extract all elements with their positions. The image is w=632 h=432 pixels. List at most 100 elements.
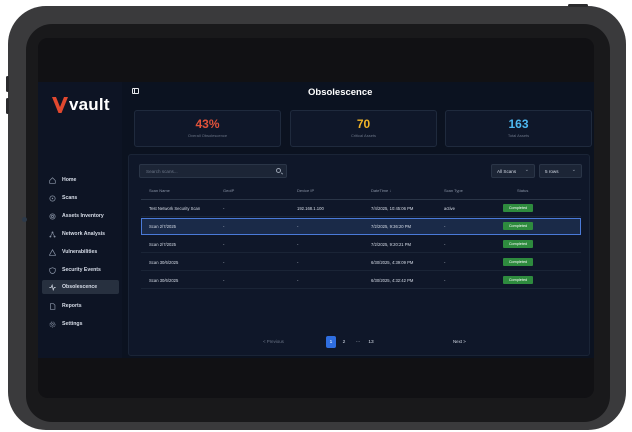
cell-datetime: 7/4/2025, 10:45:06 PM (371, 206, 414, 211)
cell-scan-type: - (444, 224, 446, 229)
table-row[interactable]: Scan 30/6/2025 - - 6/30/2025, 4:39:09 PM… (141, 254, 581, 271)
status-badge: Completed (503, 258, 533, 266)
table-header: Scan Name GeoIP Device IP DateTime ↓ Sca… (141, 188, 581, 196)
gear-icon (48, 320, 56, 328)
rows-per-page-select[interactable]: 5 rows ⌄ (539, 164, 582, 178)
stat-card-obsolescence: 43% Overall Obsolescence (134, 110, 281, 147)
page-button-2[interactable]: 2 (339, 336, 349, 348)
cell-device-ip: 192.168.1.100 (297, 206, 324, 211)
cell-datetime: 7/2/2025, 9:36:20 PM (371, 224, 412, 229)
pagination-ellipsis: ... (356, 339, 360, 344)
sidebar: vault Home Scans Assets Inventory Networ… (38, 82, 122, 358)
stat-label: Critical Assets (350, 133, 377, 138)
table-row[interactable]: Test Network Security Scan - 192.168.1.1… (141, 200, 581, 217)
sidebar-item-label: Vulnerabilities (62, 249, 98, 255)
cell-geoip: - (223, 224, 225, 229)
sidebar-item-label: Settings (62, 321, 83, 327)
sidebar-item-label: Obsolescence (62, 284, 98, 290)
page-title: Obsolescence (308, 87, 373, 98)
next-page-button[interactable]: Next > (453, 339, 466, 344)
sidebar-item-security-events[interactable]: Security Events (42, 263, 119, 277)
cell-datetime: 6/30/2025, 4:32:42 PM (371, 278, 414, 283)
sidebar-item-network-analysis[interactable]: Network Analysis (42, 227, 119, 241)
power-button (568, 4, 588, 7)
sidebar-item-scans[interactable]: Scans (42, 191, 119, 205)
status-badge: Completed (503, 276, 533, 284)
stat-card-total-assets: 163 Total Assets (445, 110, 592, 147)
cell-geoip: - (223, 206, 225, 211)
network-icon (48, 230, 56, 238)
cell-scan-type: active (444, 206, 455, 211)
page-button-1[interactable]: 1 (326, 336, 336, 348)
search-input[interactable]: Search scans... (139, 164, 287, 178)
cell-scan-name: Scan 30/6/2025 (149, 278, 179, 283)
page-button-13[interactable]: 13 (366, 336, 376, 348)
column-header-device-ip[interactable]: Device IP (297, 188, 314, 193)
column-header-scan-type[interactable]: Scan Type (444, 188, 463, 193)
sidebar-item-settings[interactable]: Settings (42, 317, 119, 331)
shield-icon (48, 266, 56, 274)
search-placeholder: Search scans... (146, 169, 178, 174)
sidebar-item-label: Assets Inventory (62, 213, 104, 219)
chevron-down-icon: ⌄ (571, 167, 576, 173)
rows-per-page-value: 5 rows (545, 168, 559, 174)
screen-bottom-area (38, 358, 594, 398)
activity-icon (48, 283, 56, 291)
table-row[interactable]: Scan 30/6/2025 - - 6/30/2025, 4:32:42 PM… (141, 272, 581, 289)
table-row[interactable]: Scan 2/7/2025 - - 7/2/2025, 9:20:21 PM -… (141, 236, 581, 253)
scan-filter-select[interactable]: All Scans ⌄ (491, 164, 535, 178)
sidebar-toggle-icon[interactable] (132, 88, 139, 94)
logo[interactable]: vault (52, 94, 110, 116)
table-row[interactable]: Scan 2/7/2025 - - 7/2/2025, 9:36:20 PM -… (141, 218, 581, 235)
app-window: vault Home Scans Assets Inventory Networ… (38, 82, 594, 358)
sidebar-item-label: Security Events (62, 267, 101, 273)
scans-panel: Search scans... All Scans ⌄ 5 rows ⌄ Sca… (128, 154, 590, 356)
sidebar-item-obsolescence[interactable]: Obsolescence (42, 280, 119, 294)
logo-v-icon (52, 97, 68, 113)
sidebar-item-label: Reports (62, 303, 82, 309)
cell-scan-name: Scan 30/6/2025 (149, 260, 179, 265)
status-badge: Completed (503, 240, 533, 248)
stat-value: 70 (356, 117, 371, 131)
column-header-geoip[interactable]: GeoIP (223, 188, 234, 193)
column-header-status[interactable]: Status (517, 188, 528, 193)
cell-geoip: - (223, 260, 225, 265)
stat-card-critical-assets: 70 Critical Assets (290, 110, 437, 147)
previous-page-button[interactable]: < Previous (263, 339, 284, 344)
column-header-datetime[interactable]: DateTime ↓ (371, 188, 391, 193)
sidebar-item-label: Network Analysis (62, 231, 106, 237)
cell-datetime: 6/30/2025, 4:39:09 PM (371, 260, 414, 265)
cell-device-ip: - (297, 278, 299, 283)
volume-button (6, 98, 9, 114)
sidebar-item-home[interactable]: Home (42, 173, 119, 187)
search-icon[interactable] (276, 168, 281, 173)
sidebar-item-reports[interactable]: Reports (42, 299, 119, 313)
home-icon (48, 176, 56, 184)
status-badge: Completed (503, 204, 533, 212)
stat-label: Total Assets (507, 133, 530, 138)
volume-button (6, 76, 9, 92)
cell-scan-type: - (444, 242, 446, 247)
cell-device-ip: - (297, 242, 299, 247)
status-badge: Completed (503, 222, 533, 230)
sidebar-item-vulnerabilities[interactable]: Vulnerabilities (42, 245, 119, 259)
cell-scan-name: Scan 2/7/2025 (149, 224, 177, 229)
stat-value: 43% (195, 117, 220, 131)
scan-filter-value: All Scans (497, 168, 517, 174)
column-header-scan-name[interactable]: Scan Name (149, 188, 170, 193)
pagination: < Previous 1 2 ... 13 Next > (129, 336, 589, 348)
cell-geoip: - (223, 278, 225, 283)
warning-icon (48, 248, 56, 256)
screen-top-area (38, 38, 594, 82)
cell-datetime: 7/2/2025, 9:20:21 PM (371, 242, 412, 247)
logo-text: vault (69, 95, 110, 114)
chevron-down-icon: ⌄ (524, 167, 529, 173)
sidebar-item-label: Scans (62, 195, 78, 201)
cell-scan-name: Test Network Security Scan (149, 206, 201, 211)
sidebar-item-assets-inventory[interactable]: Assets Inventory (42, 209, 119, 223)
tablet-screen: vault Home Scans Assets Inventory Networ… (38, 38, 594, 398)
cell-geoip: - (223, 242, 225, 247)
camera-icon (22, 217, 27, 222)
sidebar-item-label: Home (62, 177, 77, 183)
scan-icon (48, 194, 56, 202)
